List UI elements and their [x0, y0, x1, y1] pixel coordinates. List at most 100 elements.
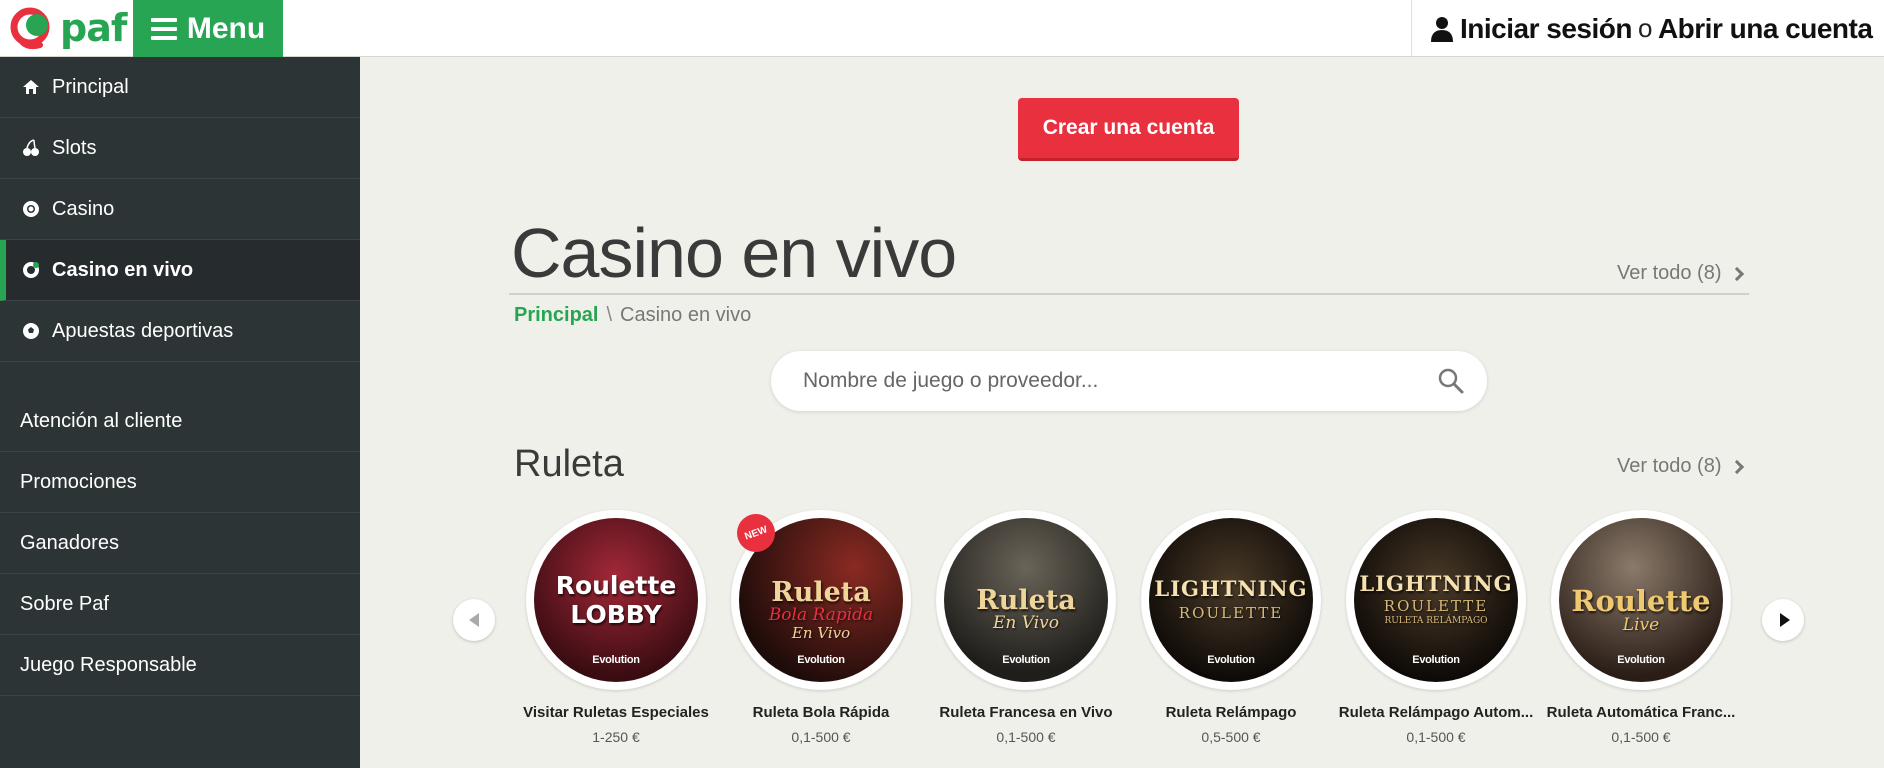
game-art-title: LIGHTNING [1154, 576, 1308, 602]
paf-logo-icon [10, 7, 50, 50]
game-name[interactable]: Ruleta Automática Franc... [1538, 704, 1744, 721]
chevron-right-icon [1729, 266, 1744, 281]
provider-logo: Evolution [1002, 654, 1050, 666]
breadcrumb-separator: \ [606, 304, 613, 326]
game-art-title: Ruleta [976, 585, 1076, 617]
casino-chip-icon [23, 201, 39, 217]
live-casino-icon [23, 262, 39, 278]
sidebar-item-principal[interactable]: Principal [0, 57, 360, 118]
page-title: Casino en vivo [511, 214, 957, 292]
game-tile[interactable]: LIGHTNING ROULETTE Evolution Ruleta Relá… [1128, 510, 1334, 745]
paf-logo[interactable]: paf [10, 4, 128, 52]
sidebar-link-label: Atención al cliente [20, 409, 183, 432]
game-thumbnail[interactable]: Roulette LOBBY Evolution [526, 510, 706, 690]
sidebar-link-ganadores[interactable]: Ganadores [0, 513, 360, 574]
top-header: paf Menu Iniciar sesión o Abrir una cuen… [0, 0, 1884, 57]
breadcrumb-current: Casino en vivo [620, 304, 752, 326]
see-all-label: Ver todo (8) [1617, 455, 1722, 477]
game-tile[interactable]: Roulette LOBBY Evolution Visitar Ruletas… [513, 510, 719, 745]
game-art-title: Roulette [1571, 584, 1711, 619]
sidebar-item-label: Casino en vivo [52, 258, 194, 281]
game-name[interactable]: Ruleta Relámpago Autom... [1333, 704, 1539, 721]
see-all-live-casino-link[interactable]: Ver todo (8) [1617, 262, 1744, 285]
hamburger-icon [150, 17, 177, 40]
sidebar-item-casino-en-vivo[interactable]: Casino en vivo [0, 240, 360, 301]
game-artwork: LIGHTNING ROULETTE RULETA RELÁMPAGO Evol… [1354, 518, 1518, 682]
game-art-title: LIGHTNING [1359, 570, 1513, 596]
game-thumbnail[interactable]: NEW Ruleta Bola Rapida En Vivo Evolution [731, 508, 911, 690]
sidebar-item-label: Principal [52, 75, 129, 98]
register-link[interactable]: Abrir una cuenta [1658, 13, 1873, 45]
game-art-title: Roulette [555, 571, 677, 600]
title-divider [509, 293, 1749, 295]
chevron-right-icon [1729, 459, 1744, 474]
game-thumbnail[interactable]: Ruleta En Vivo Evolution [936, 510, 1116, 690]
game-art-title: Ruleta [771, 576, 871, 608]
logo-text: paf [60, 6, 127, 50]
game-tile[interactable]: LIGHTNING ROULETTE RULETA RELÁMPAGO Evol… [1333, 510, 1539, 745]
sidebar-item-casino[interactable]: Casino [0, 179, 360, 240]
carousel-prev-button[interactable] [453, 599, 495, 641]
login-link[interactable]: Iniciar sesión [1460, 13, 1632, 45]
carousel-next-button[interactable] [1762, 599, 1804, 641]
sidebar-item-slots[interactable]: Slots [0, 118, 360, 179]
game-tile[interactable]: NEW Ruleta Bola Rapida En Vivo Evolution… [718, 508, 924, 745]
sidebar-link-label: Promociones [20, 470, 137, 493]
breadcrumb-home-link[interactable]: Principal [514, 304, 598, 327]
game-price: 1-250 € [592, 729, 640, 745]
game-name[interactable]: Ruleta Francesa en Vivo [923, 704, 1129, 721]
sidebar-item-label: Apuestas deportivas [52, 319, 234, 342]
provider-logo: Evolution [1207, 654, 1255, 666]
game-name[interactable]: Ruleta Relámpago [1128, 704, 1334, 721]
game-thumbnail[interactable]: LIGHTNING ROULETTE RULETA RELÁMPAGO Evol… [1346, 510, 1526, 690]
game-thumbnail[interactable]: Roulette Live Evolution [1551, 510, 1731, 690]
arrow-left-icon [469, 613, 479, 627]
provider-logo: Evolution [1617, 654, 1665, 666]
menu-button[interactable]: Menu [133, 0, 283, 57]
game-artwork: Ruleta En Vivo Evolution [944, 518, 1108, 682]
section-title-ruleta: Ruleta [514, 443, 624, 485]
sidebar-link-juego-responsable[interactable]: Juego Responsable [0, 635, 360, 696]
search-input[interactable] [803, 369, 1403, 393]
sidebar-item-label: Slots [52, 136, 97, 159]
game-artwork: Roulette Live Evolution [1559, 518, 1723, 682]
sidebar-link-label: Sobre Paf [20, 592, 109, 615]
sidebar-link-atencion-al-cliente[interactable]: Atención al cliente [0, 391, 360, 452]
game-tile[interactable]: Ruleta En Vivo Evolution Ruleta Francesa… [923, 510, 1129, 745]
sidebar-link-sobre-paf[interactable]: Sobre Paf [0, 574, 360, 635]
home-icon [23, 80, 39, 94]
game-name[interactable]: Ruleta Bola Rápida [718, 704, 924, 721]
sidebar-link-promociones[interactable]: Promociones [0, 452, 360, 513]
breadcrumb: Principal \ Casino en vivo [514, 304, 751, 327]
game-price: 0,1-500 € [1406, 729, 1466, 745]
search-bar [771, 351, 1487, 411]
sidebar-link-label: Juego Responsable [20, 653, 197, 676]
game-art-subtitle: ROULETTE [1178, 604, 1284, 623]
game-artwork: LIGHTNING ROULETTE Evolution [1149, 518, 1313, 682]
game-art-subtitle: Bola Rapida [768, 604, 874, 625]
see-all-label: Ver todo (8) [1617, 262, 1722, 284]
game-price: 0,5-500 € [1201, 729, 1261, 745]
menu-label: Menu [186, 11, 266, 45]
sidebar-item-label: Casino [52, 197, 115, 220]
see-all-ruleta-link[interactable]: Ver todo (8) [1617, 455, 1744, 478]
sidebar-item-apuestas-deportivas[interactable]: Apuestas deportivas [0, 301, 360, 362]
search-icon[interactable] [1437, 367, 1465, 395]
game-tile[interactable]: Roulette Live Evolution Ruleta Automátic… [1538, 510, 1744, 745]
soccer-ball-icon [23, 323, 39, 339]
game-thumbnail[interactable]: LIGHTNING ROULETTE Evolution [1141, 510, 1321, 690]
game-art-subtitle: En Vivo [992, 613, 1060, 634]
game-art-tagline: RULETA RELÁMPAGO [1384, 616, 1488, 627]
game-price: 0,1-500 € [1611, 729, 1671, 745]
create-account-button[interactable]: Crear una cuenta [1018, 98, 1239, 161]
or-text: o [1637, 13, 1652, 43]
game-name[interactable]: Visitar Ruletas Especiales [513, 704, 719, 721]
arrow-right-icon [1779, 613, 1790, 627]
provider-logo: Evolution [1412, 654, 1460, 666]
provider-logo: Evolution [797, 654, 845, 666]
sidebar-link-label: Ganadores [20, 531, 119, 554]
provider-logo: Evolution [592, 654, 640, 666]
game-art-subtitle: LOBBY [570, 600, 662, 629]
game-art-tagline: En Vivo [791, 623, 851, 642]
user-icon [1431, 16, 1453, 42]
